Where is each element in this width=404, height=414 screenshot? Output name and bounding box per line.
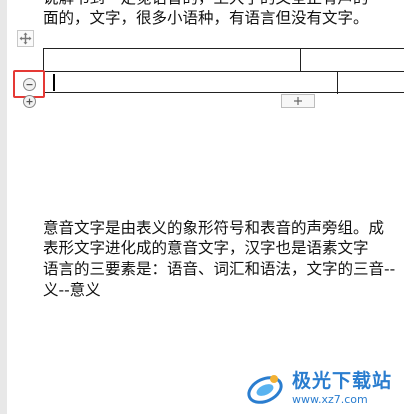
text-cursor <box>53 74 55 91</box>
paragraph-line: 意音文字是由表义的象形符号和表音的声旁组。成 <box>43 219 385 237</box>
table-row-border <box>44 71 404 72</box>
circle-minus-icon <box>26 84 33 86</box>
document-page: 说解书到一定觉语音的，上大了的文全正有声的 面的，文字，很多小语种，有语言但没有… <box>7 0 404 414</box>
aurora-logo-icon <box>247 375 283 404</box>
add-row-button[interactable] <box>23 95 36 108</box>
table-column-border <box>337 71 338 94</box>
table-column-border <box>300 49 301 71</box>
delete-row-button[interactable] <box>23 78 36 91</box>
site-watermark: 极光下载站 www.xz7.com <box>244 362 404 414</box>
paragraph-line: 表形文字进化成的意音文字，汉字也是语素文字 <box>43 239 369 257</box>
document-text-line: 面的，文字，很多小语种，有语言但没有文字。 <box>43 9 369 27</box>
table-move-handle[interactable] <box>17 30 34 47</box>
watermark-url: www.xz7.com <box>292 392 368 406</box>
circle-plus-icon <box>26 98 33 105</box>
add-column-button[interactable] <box>281 94 315 108</box>
document-table[interactable] <box>43 48 404 94</box>
watermark-name: 极光下载站 <box>292 369 393 392</box>
paragraph-line: 语言的三要素是：语音、词汇和语法，文字的三音-- <box>43 260 396 278</box>
plus-icon <box>294 97 302 105</box>
paragraph-line: 义--意义 <box>43 281 101 299</box>
move-arrows-icon <box>19 32 32 45</box>
